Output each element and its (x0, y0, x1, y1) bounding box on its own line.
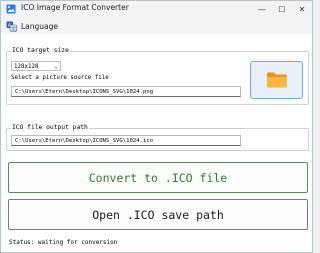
menu-bar: A 文 Language (1, 18, 312, 34)
output-path-input[interactable]: C:\Users\Etern\Desktop\ICONS_SVG\1024.ic… (11, 135, 241, 146)
target-size-group-title: ICO target size (11, 46, 70, 56)
window-controls: — ☐ ✕ (252, 1, 312, 17)
size-select[interactable]: 128x128 ⌄ (11, 61, 61, 71)
close-button[interactable]: ✕ (292, 1, 312, 17)
source-path-input[interactable]: C:\Users\Etern\Desktop\ICONS_SVG\1024.pn… (11, 86, 241, 97)
convert-button[interactable]: Convert to .ICO file (8, 162, 308, 193)
app-window: ICO Image Format Converter — ☐ ✕ A 文 Lan… (0, 0, 313, 253)
language-label: Language (21, 21, 59, 31)
title-bar[interactable]: ICO Image Format Converter — ☐ ✕ (1, 1, 312, 17)
output-path-group-title: ICO file output path (11, 123, 89, 133)
size-select-value: 128x128 (14, 64, 39, 70)
folder-icon (266, 72, 287, 88)
svg-text:文: 文 (11, 25, 16, 32)
maximize-button[interactable]: ☐ (272, 1, 292, 17)
chevron-down-icon: ⌄ (54, 63, 58, 70)
language-menu[interactable]: A 文 Language (6, 19, 58, 33)
open-save-path-button[interactable]: Open .ICO save path (8, 199, 308, 230)
minimize-button[interactable]: — (252, 1, 272, 17)
browse-folder-button[interactable] (250, 61, 303, 99)
status-text: Status: waiting for conversion (9, 239, 118, 246)
language-icon: A 文 (6, 21, 17, 32)
window-title: ICO Image Format Converter (21, 3, 129, 12)
source-file-label: Select a picture source file (11, 75, 109, 81)
app-image-icon (6, 4, 16, 14)
